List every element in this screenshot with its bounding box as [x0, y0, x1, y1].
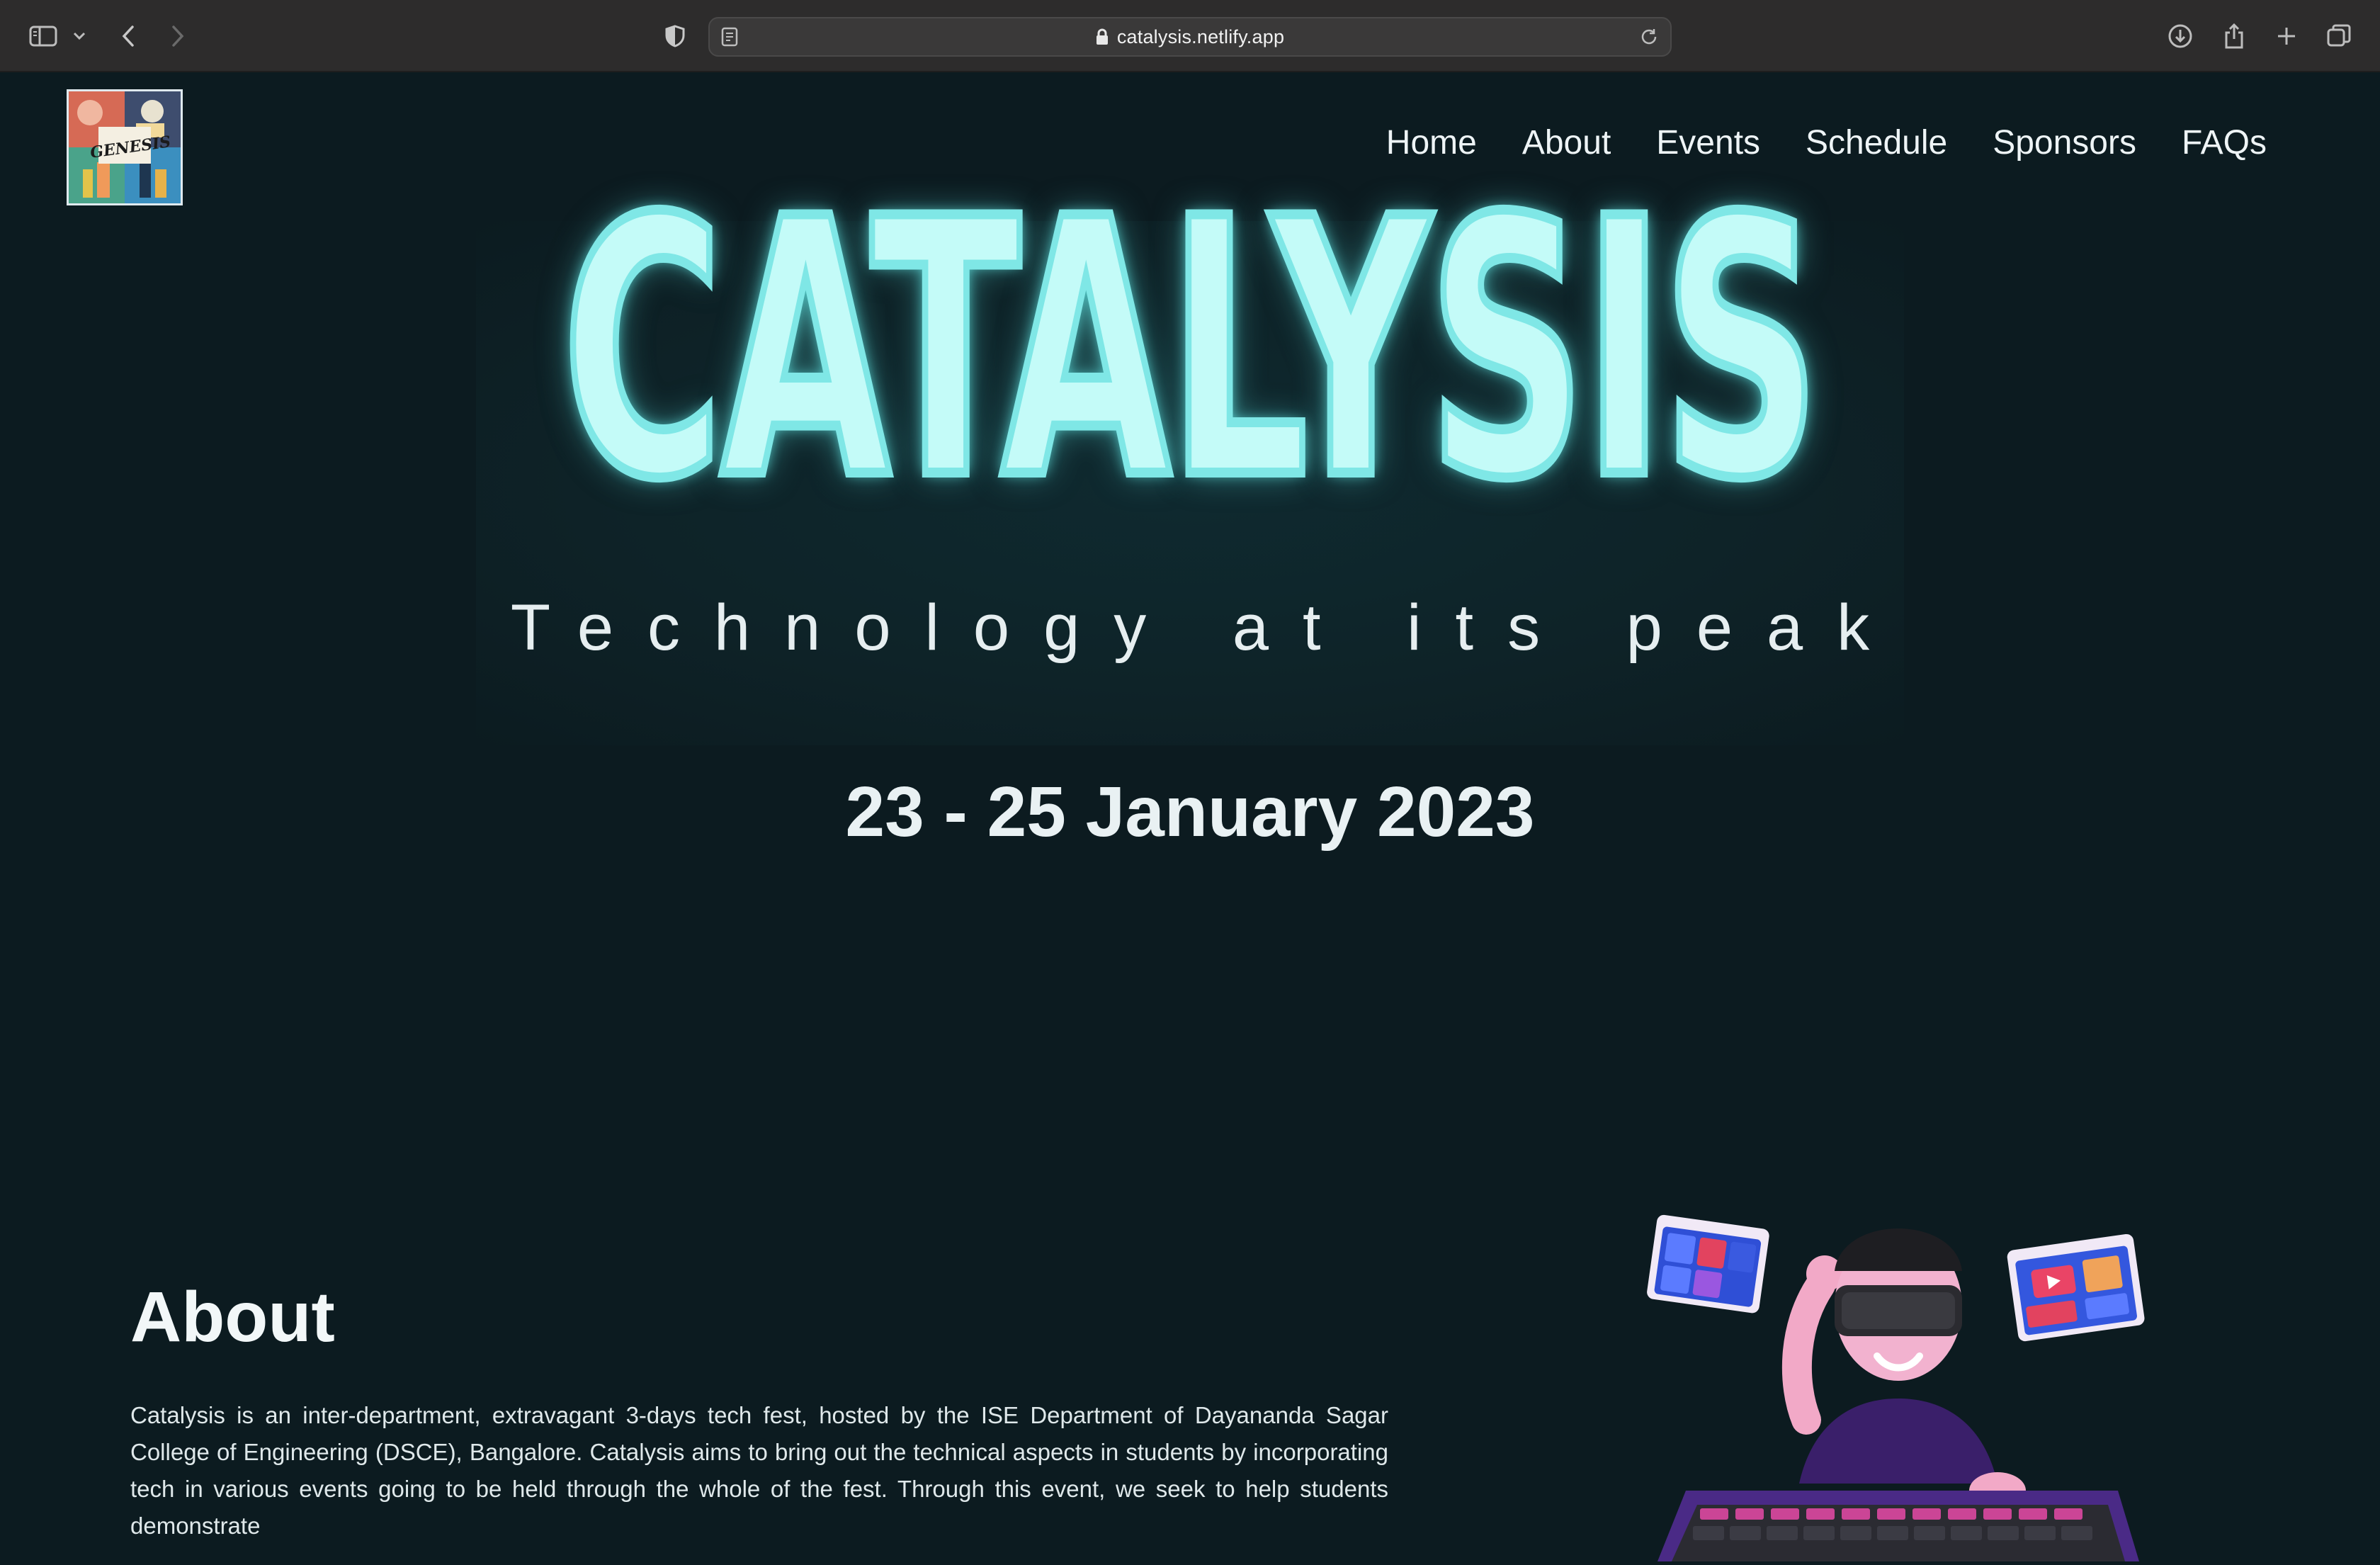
tab-overview-icon[interactable]	[2325, 21, 2353, 51]
share-icon[interactable]	[2220, 21, 2248, 51]
lock-icon	[1096, 28, 1109, 45]
url-text: catalysis.netlify.app	[1116, 26, 1285, 47]
vr-person-illustration	[1629, 1186, 2168, 1561]
privacy-shield-icon[interactable]	[663, 21, 687, 51]
reader-icon[interactable]	[721, 27, 738, 47]
hero-title: CATALYSIS	[559, 144, 1823, 556]
browser-toolbar: catalysis.netlify.app	[0, 0, 2380, 72]
about-heading: About	[130, 1277, 335, 1357]
genesis-logo[interactable]: GENESIS	[67, 89, 183, 205]
address-bar[interactable]: catalysis.netlify.app	[708, 17, 1672, 57]
download-icon[interactable]	[2166, 21, 2194, 51]
chevron-down-icon[interactable]	[71, 21, 88, 51]
nav-sponsors[interactable]: Sponsors	[1993, 123, 2136, 162]
about-description: Catalysis is an inter-department, extrav…	[130, 1402, 1388, 1539]
nav-schedule[interactable]: Schedule	[1806, 123, 1947, 162]
sidebar-toggle-icon[interactable]	[27, 21, 60, 51]
page: GENESIS Home About Events Schedule Spons…	[0, 74, 2380, 1561]
event-dates: 23 - 25 January 2023	[845, 772, 1535, 852]
back-icon[interactable]	[118, 21, 139, 51]
nav-faqs[interactable]: FAQs	[2182, 123, 2267, 162]
hero-tagline: Technology at its peak	[510, 592, 1904, 664]
new-tab-icon[interactable]	[2272, 21, 2301, 51]
reload-icon[interactable]	[1639, 27, 1659, 47]
forward-icon[interactable]	[167, 21, 188, 51]
